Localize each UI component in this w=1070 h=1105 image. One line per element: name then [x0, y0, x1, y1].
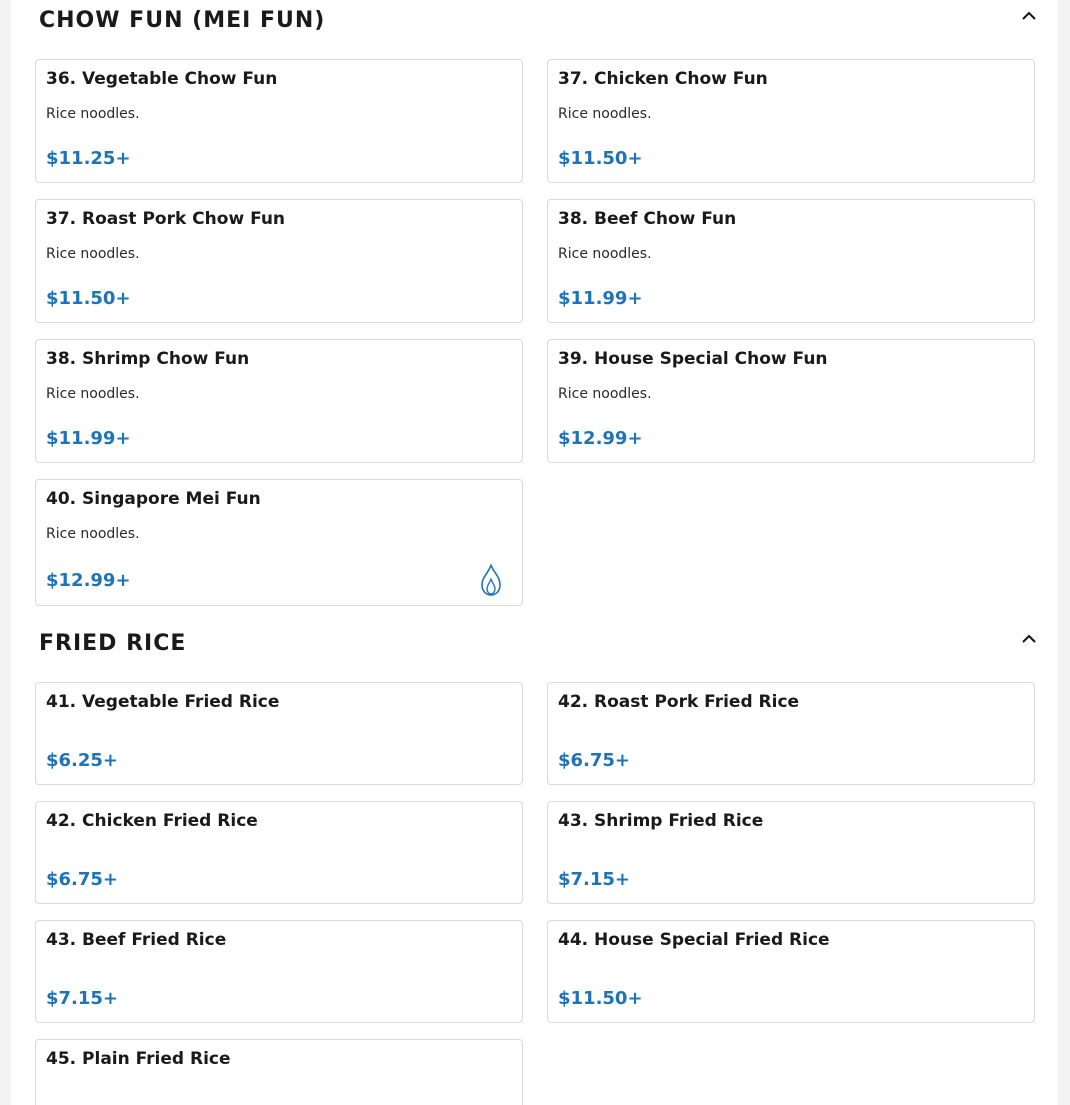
- item-price: $11.50+: [46, 288, 131, 309]
- item-price: $12.99+: [46, 570, 131, 591]
- item-price: $11.50+: [558, 148, 643, 169]
- menu-item-card[interactable]: 41. Vegetable Fried Rice $6.25+: [35, 682, 523, 785]
- menu-item-card[interactable]: 37. Roast Pork Chow Fun Rice noodles. $1…: [35, 199, 523, 323]
- item-name: 38. Shrimp Chow Fun: [46, 349, 250, 369]
- item-price: $6.25+: [46, 750, 119, 771]
- item-name: 42. Chicken Fried Rice: [46, 811, 258, 831]
- item-name: 40. Singapore Mei Fun: [46, 489, 261, 509]
- item-description: Rice noodles.: [46, 106, 140, 122]
- menu-item-card[interactable]: 43. Beef Fried Rice $7.15+: [35, 920, 523, 1023]
- menu-item-card[interactable]: 44. House Special Fried Rice $11.50+: [547, 920, 1035, 1023]
- item-name: 39. House Special Chow Fun: [558, 349, 828, 369]
- menu-page: CHOW FUN (MEI FUN) 36. Vegetable Chow Fu…: [11, 0, 1058, 1105]
- item-name: 38. Beef Chow Fun: [558, 209, 737, 229]
- item-price: $12.99+: [558, 428, 643, 449]
- chevron-up-icon[interactable]: [1019, 6, 1039, 26]
- item-price: $11.99+: [558, 288, 643, 309]
- item-description: Rice noodles.: [558, 386, 652, 402]
- item-price: $11.99+: [46, 428, 131, 449]
- item-price: $7.15+: [46, 988, 119, 1009]
- item-description: Rice noodles.: [558, 106, 652, 122]
- item-description: Rice noodles.: [46, 246, 140, 262]
- item-price: $7.15+: [558, 869, 631, 890]
- menu-item-card[interactable]: 45. Plain Fried Rice: [35, 1039, 523, 1105]
- item-name: 43. Shrimp Fried Rice: [558, 811, 764, 831]
- item-price: $11.25+: [46, 148, 131, 169]
- menu-item-card[interactable]: 38. Beef Chow Fun Rice noodles. $11.99+: [547, 199, 1035, 323]
- item-description: Rice noodles.: [46, 386, 140, 402]
- item-price: $6.75+: [558, 750, 631, 771]
- menu-item-card[interactable]: 39. House Special Chow Fun Rice noodles.…: [547, 339, 1035, 463]
- item-name: 36. Vegetable Chow Fun: [46, 69, 278, 89]
- menu-item-card[interactable]: 40. Singapore Mei Fun Rice noodles. $12.…: [35, 479, 523, 606]
- menu-item-card[interactable]: 37. Chicken Chow Fun Rice noodles. $11.5…: [547, 59, 1035, 183]
- item-name: 44. House Special Fried Rice: [558, 930, 830, 950]
- menu-item-card[interactable]: 36. Vegetable Chow Fun Rice noodles. $11…: [35, 59, 523, 183]
- section-title: CHOW FUN (MEI FUN): [39, 8, 326, 33]
- section-title: FRIED RICE: [39, 631, 187, 656]
- item-name: 37. Roast Pork Chow Fun: [46, 209, 286, 229]
- menu-item-card[interactable]: 43. Shrimp Fried Rice $7.15+: [547, 801, 1035, 904]
- item-name: 42. Roast Pork Fried Rice: [558, 692, 800, 712]
- section-header[interactable]: CHOW FUN (MEI FUN): [39, 0, 1039, 40]
- menu-item-card[interactable]: 38. Shrimp Chow Fun Rice noodles. $11.99…: [35, 339, 523, 463]
- item-name: 43. Beef Fried Rice: [46, 930, 227, 950]
- item-name: 37. Chicken Chow Fun: [558, 69, 768, 89]
- item-price: $11.50+: [558, 988, 643, 1009]
- menu-item-card[interactable]: 42. Chicken Fried Rice $6.75+: [35, 801, 523, 904]
- chevron-up-icon[interactable]: [1019, 629, 1039, 649]
- spicy-flame-icon: [478, 563, 504, 597]
- section-header[interactable]: FRIED RICE: [39, 623, 1039, 663]
- menu-item-card[interactable]: 42. Roast Pork Fried Rice $6.75+: [547, 682, 1035, 785]
- item-description: Rice noodles.: [558, 246, 652, 262]
- item-price: $6.75+: [46, 869, 119, 890]
- item-name: 45. Plain Fried Rice: [46, 1049, 231, 1069]
- item-name: 41. Vegetable Fried Rice: [46, 692, 280, 712]
- item-description: Rice noodles.: [46, 526, 140, 542]
